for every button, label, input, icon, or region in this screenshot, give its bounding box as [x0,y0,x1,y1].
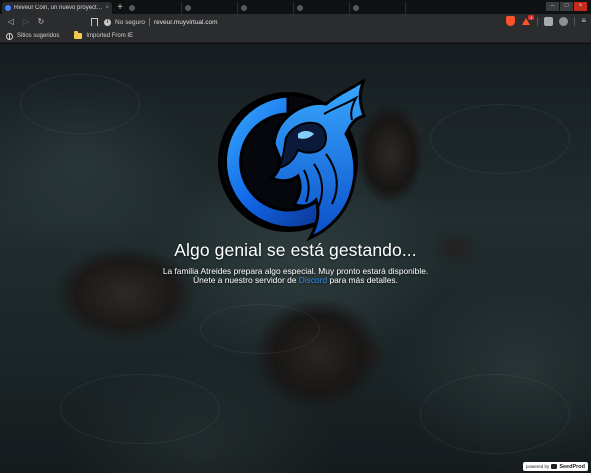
bookmark-imported-from-ie[interactable]: Imported From IE [74,31,134,39]
back-arrow-icon[interactable]: ◁ [5,16,17,28]
bookmark-label: Sitios sugeridos [17,33,60,39]
tab-close-icon[interactable]: × [105,5,109,11]
tab-inactive[interactable] [126,2,182,14]
browser-toolbar: ◁ ▷ ↻ i No seguro reveur.muyvirtual.com … [0,14,591,30]
bookmarks-bar: Sitios sugeridos Imported From IE [0,30,591,43]
favicon-icon [241,5,247,11]
page-viewport: Algo genial se está gestando... La famil… [0,44,591,473]
rewards-icon[interactable]: 4 [521,15,535,26]
globe-icon [6,32,13,40]
discord-link[interactable]: Discord [299,275,327,285]
seedprod-icon [551,464,558,469]
powered-brand: SeedProd [559,463,585,470]
toolbar-right: 4 ≡ [506,15,586,26]
minimize-icon[interactable]: – [546,2,559,11]
tab-title: Reveur Coin, un nuevo proyecto cr [14,5,104,11]
powered-by-badge[interactable]: powered by SeedProd [523,462,588,471]
tab-inactive[interactable] [182,2,238,14]
window-close-icon[interactable]: × [574,2,587,11]
reload-icon[interactable]: ↻ [35,16,47,28]
favicon-icon [297,5,303,11]
atreides-hawk-logo [218,78,366,242]
toolbar-divider [574,16,576,26]
tab-active[interactable]: Reveur Coin, un nuevo proyecto cr × [2,2,112,14]
new-tab-button[interactable]: + [114,2,126,14]
extension-icon[interactable] [544,16,554,26]
bookmark-sitios-sugeridos[interactable]: Sitios sugeridos [6,32,60,40]
page-headline: Algo genial se está gestando... [174,240,417,260]
discord-invite-text: Únete a nuestro servidor de Discord para… [0,275,591,285]
tab-strip: Reveur Coin, un nuevo proyecto cr × + – … [0,0,591,14]
discord-text-after: para más detalles. [327,275,398,285]
favicon-icon [129,5,135,11]
favicon-icon [185,5,191,11]
favicon-icon [5,5,11,11]
rewards-badge: 4 [528,15,535,20]
discord-text-before: Únete a nuestro servidor de [193,275,299,285]
tab-inactive[interactable] [294,2,350,14]
address-bar[interactable]: i No seguro reveur.muyvirtual.com [104,16,218,28]
extension-icon[interactable] [559,16,569,26]
omnibox-divider [149,18,150,26]
tab-inactive[interactable] [238,2,294,14]
security-label: No seguro [115,18,145,26]
toolbar-divider [537,16,539,26]
forward-arrow-icon[interactable]: ▷ [20,16,32,28]
menu-icon[interactable]: ≡ [581,16,586,26]
url-text[interactable]: reveur.muyvirtual.com [154,19,218,26]
powered-prefix: powered by [526,464,550,469]
window-controls: – □ × [546,2,587,11]
bookmark-label: Imported From IE [86,33,134,39]
brave-shield-icon[interactable] [506,16,516,26]
favicon-icon [353,5,359,11]
tab-inactive[interactable] [350,2,406,14]
info-icon[interactable]: i [104,18,111,26]
bookmark-icon[interactable] [88,16,100,28]
folder-icon [74,31,83,39]
maximize-icon[interactable]: □ [560,2,573,11]
